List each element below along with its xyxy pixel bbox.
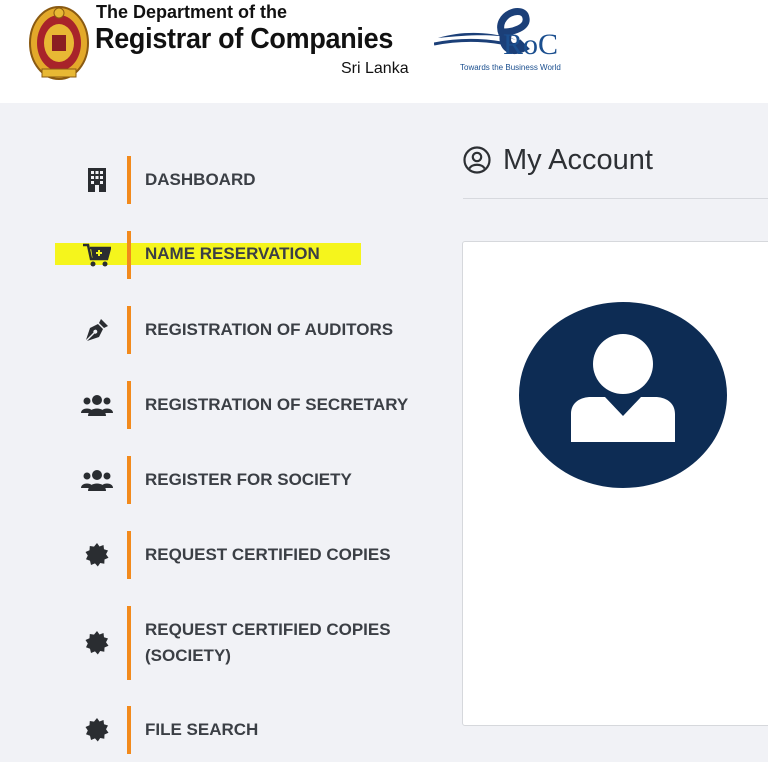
dept-name: Registrar of Companies <box>95 23 394 55</box>
sidebar-item-file-search[interactable]: FILE SEARCH <box>0 706 450 754</box>
nav-accent-bar <box>127 156 131 204</box>
certificate-icon <box>78 715 116 745</box>
nav-accent-bar <box>127 606 131 680</box>
sidebar-item-register-for-society[interactable]: REGISTER FOR SOCIETY <box>0 456 450 504</box>
sidebar-item-label: NAME RESERVATION <box>145 244 320 263</box>
sidebar-item-request-certified-copies-society[interactable]: REQUEST CERTIFIED COPIES (SOCIETY) <box>0 606 450 680</box>
sidebar-item-label-line1: REQUEST CERTIFIED COPIES <box>145 620 391 639</box>
sidebar-item-label: REQUEST CERTIFIED COPIES <box>145 545 391 564</box>
page-title-text: My Account <box>503 143 653 176</box>
sri-lanka-emblem-logo <box>29 6 89 80</box>
eroc-tagline: Towards the Business World <box>460 63 561 72</box>
eroc-wordmark: RoC <box>503 28 559 61</box>
sidebar-item-label-line2: (SOCIETY) <box>145 646 231 665</box>
page-title: My Account <box>463 140 653 180</box>
nav-accent-bar <box>127 231 131 279</box>
site-header: The Department of the Registrar of Compa… <box>0 0 768 103</box>
users-icon <box>78 465 116 495</box>
country-name: Sri Lanka <box>341 60 409 77</box>
nav-accent-bar <box>127 456 131 504</box>
title-divider <box>463 198 768 199</box>
sidebar-item-label: FILE SEARCH <box>145 720 259 739</box>
dept-line-1: The Department of the <box>96 2 288 22</box>
sidebar-item-label: DASHBOARD <box>145 170 256 189</box>
sidebar-item-name-reservation[interactable]: NAME RESERVATION <box>0 231 450 279</box>
certificate-icon <box>78 628 116 658</box>
nav-accent-bar <box>127 706 131 754</box>
user-circle-icon <box>463 146 491 174</box>
certificate-icon <box>78 540 116 570</box>
sidebar-item-registration-of-secretary[interactable]: REGISTRATION OF SECRETARY <box>0 381 450 429</box>
user-avatar-icon <box>519 302 727 488</box>
sidebar-item-label: REGISTRATION OF SECRETARY <box>145 395 409 414</box>
nav-accent-bar <box>127 306 131 354</box>
cart-icon <box>78 240 116 270</box>
building-icon <box>78 165 116 195</box>
pen-nib-icon <box>78 315 116 345</box>
nav-accent-bar <box>127 381 131 429</box>
users-icon <box>78 390 116 420</box>
sidebar-item-label: REGISTER FOR SOCIETY <box>145 470 352 489</box>
sidebar-item-label: REGISTRATION OF AUDITORS <box>145 320 394 339</box>
sidebar-item-registration-of-auditors[interactable]: REGISTRATION OF AUDITORS <box>0 306 450 354</box>
sidebar-item-dashboard[interactable]: DASHBOARD <box>0 156 450 204</box>
sidebar-item-request-certified-copies[interactable]: REQUEST CERTIFIED COPIES <box>0 531 450 579</box>
nav-accent-bar <box>127 531 131 579</box>
